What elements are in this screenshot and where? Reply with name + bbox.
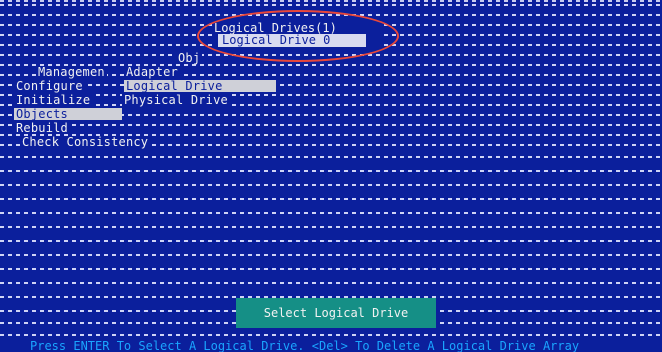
- dotted-row: [0, 4, 662, 6]
- menu-objects[interactable]: Objects: [14, 108, 122, 120]
- dotted-row: [0, 104, 662, 106]
- dotted-row: [0, 226, 662, 228]
- annotation-ellipse: [197, 10, 399, 62]
- dotted-row: [0, 254, 662, 256]
- menu-adapter[interactable]: Adapter: [124, 66, 180, 78]
- dotted-row: [0, 198, 662, 200]
- footer-help-text: Press ENTER To Select A Logical Drive. <…: [0, 340, 662, 352]
- dotted-row: [0, 184, 662, 186]
- menu-rebuild[interactable]: Rebuild: [14, 122, 70, 134]
- dotted-row: [0, 334, 662, 336]
- dotted-row: [0, 282, 662, 284]
- submenu-physical-drive[interactable]: Physical Drive: [122, 94, 230, 106]
- dotted-row: [0, 84, 662, 86]
- obj-header: Obj: [176, 51, 203, 65]
- dotted-row: [0, 94, 662, 96]
- menu-configure[interactable]: Configure: [14, 80, 85, 92]
- dotted-row: [0, 170, 662, 172]
- dotted-row: [0, 240, 662, 242]
- menu-check-consistency[interactable]: Check Consistency: [20, 136, 151, 148]
- dotted-row: [0, 124, 662, 126]
- dotted-row: [0, 268, 662, 270]
- menu-initialize[interactable]: Initialize: [14, 94, 93, 106]
- status-box: Select Logical Drive: [236, 298, 436, 328]
- dotted-row: [0, 212, 662, 214]
- dotted-row: [0, 156, 662, 158]
- menu-management[interactable]: Managemen: [36, 66, 107, 78]
- submenu-logical-drive[interactable]: Logical Drive: [124, 80, 276, 92]
